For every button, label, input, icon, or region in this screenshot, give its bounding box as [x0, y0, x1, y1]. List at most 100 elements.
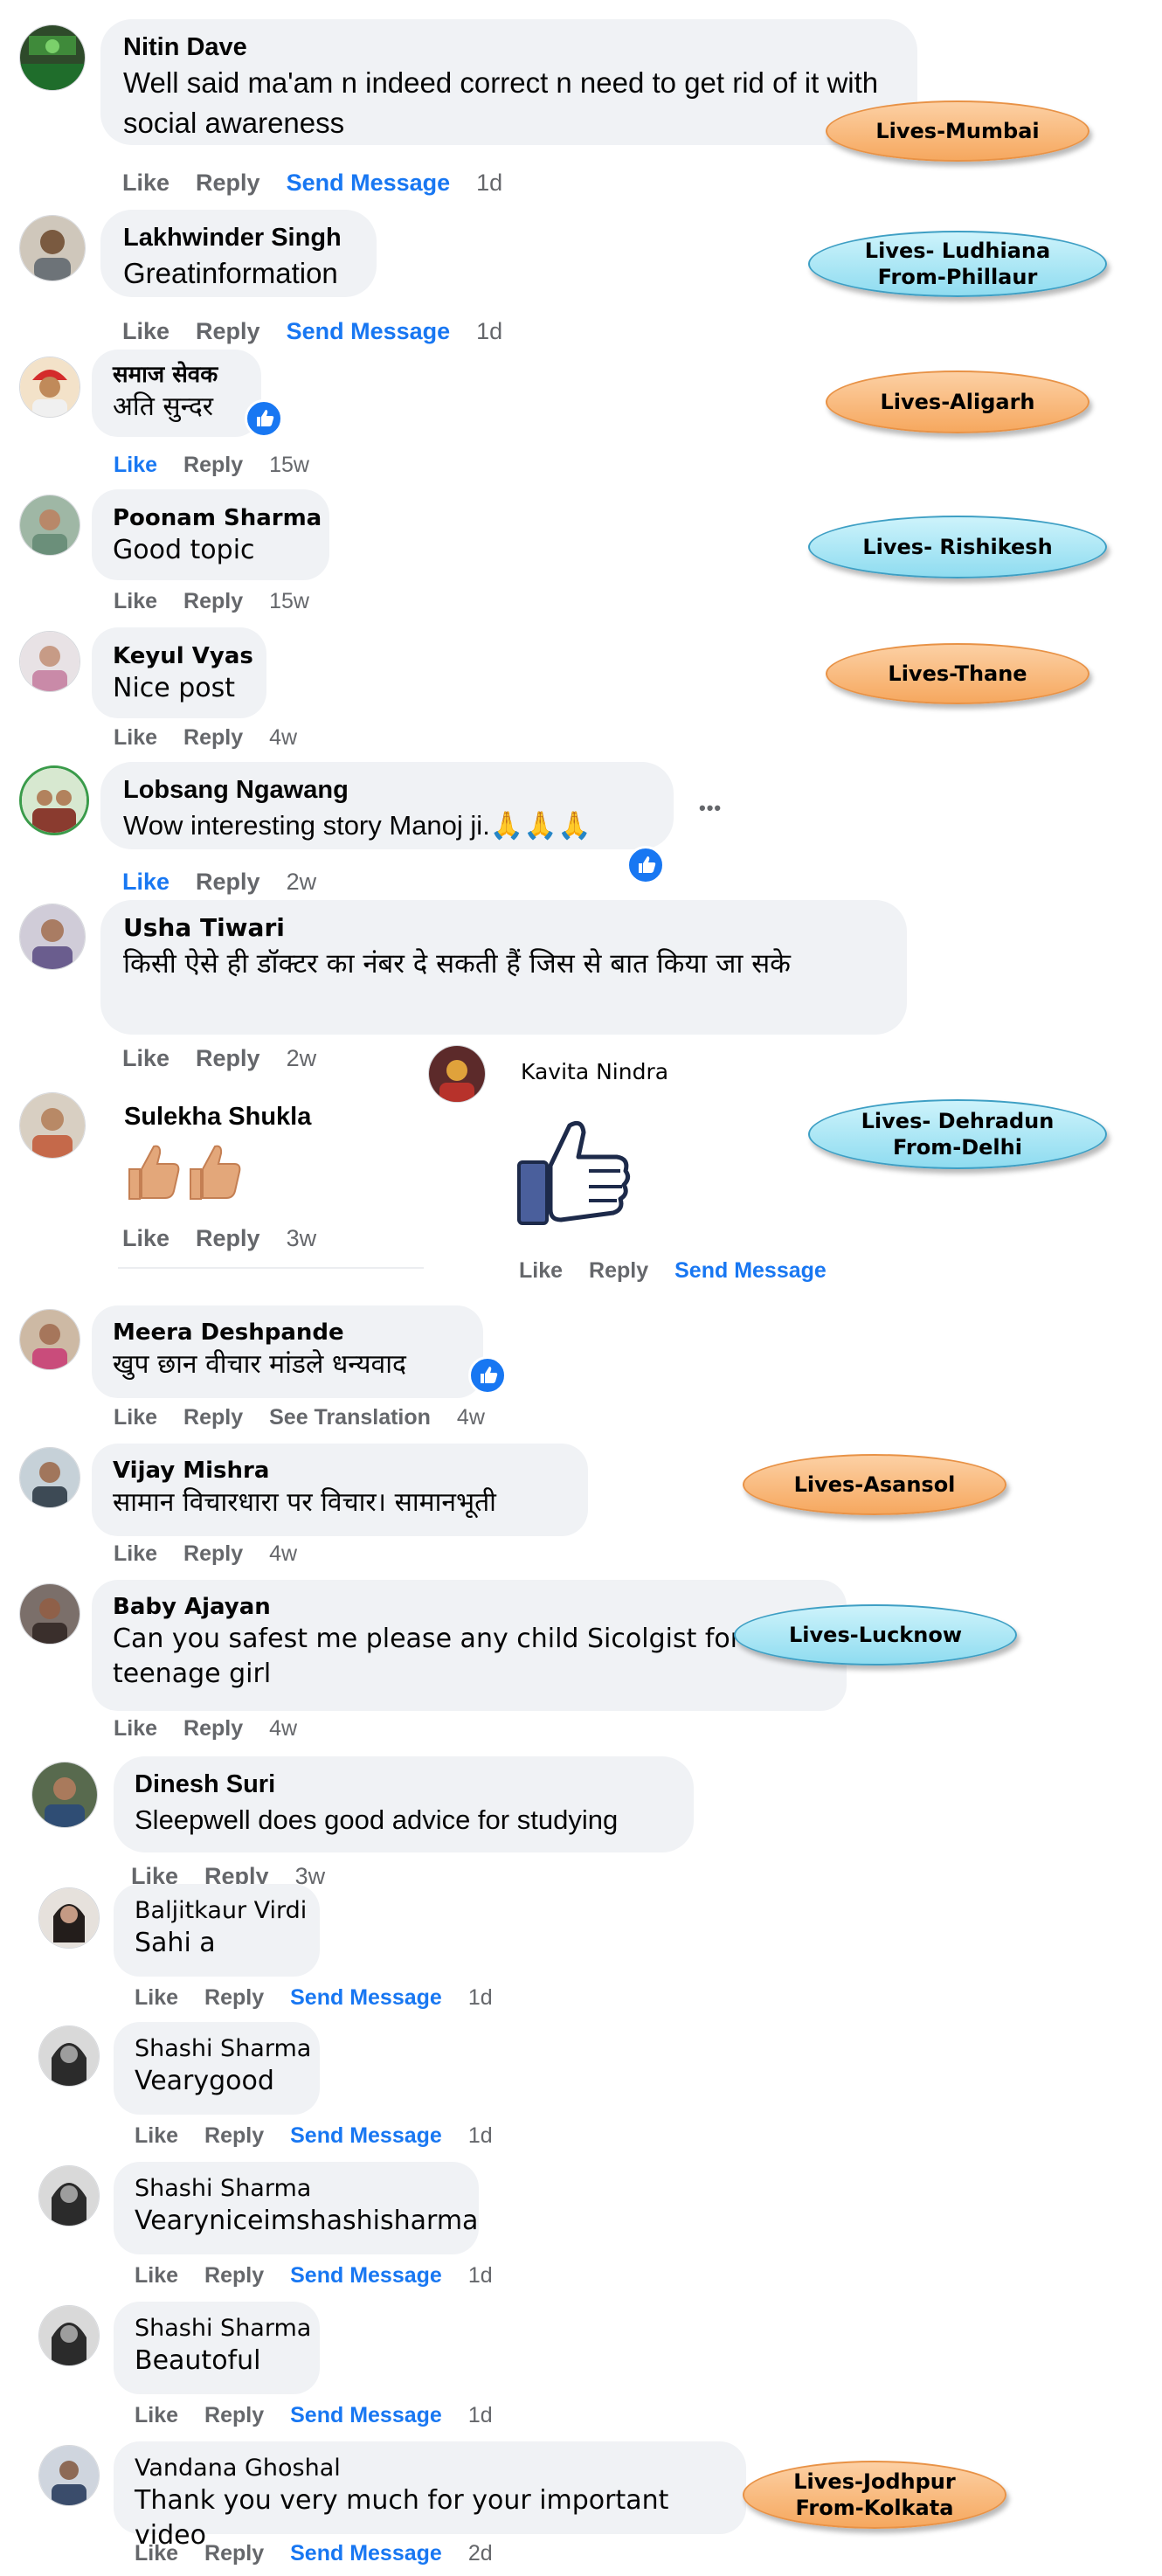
avatar[interactable]: [19, 357, 80, 418]
reply-button[interactable]: Reply: [183, 453, 243, 477]
commenter-name[interactable]: Poonam Sharma: [113, 503, 322, 533]
reply-button[interactable]: Reply: [196, 1225, 260, 1251]
like-button[interactable]: Like: [122, 318, 169, 344]
timestamp[interactable]: 1d: [468, 1985, 493, 2010]
avatar[interactable]: [38, 2025, 100, 2087]
timestamp[interactable]: 15w: [269, 589, 309, 613]
commenter-name[interactable]: Kavita Nindra: [521, 1059, 668, 1084]
like-button[interactable]: Like: [114, 1405, 157, 1430]
like-button[interactable]: Like: [114, 1716, 157, 1741]
like-button[interactable]: Like: [122, 1225, 169, 1251]
commenter-name[interactable]: Sulekha Shukla: [124, 1101, 311, 1132]
reply-button[interactable]: Reply: [196, 318, 260, 344]
avatar[interactable]: [19, 495, 80, 556]
commenter-name[interactable]: Meera Deshpande: [113, 1318, 462, 1347]
comment-actions: Like Reply 3w: [122, 1225, 342, 1252]
reply-button[interactable]: Reply: [196, 869, 260, 895]
reply-button[interactable]: Reply: [204, 2403, 264, 2427]
reply-button[interactable]: Reply: [196, 170, 260, 196]
reply-button[interactable]: Reply: [183, 589, 243, 613]
commenter-name[interactable]: Keyul Vyas: [113, 641, 253, 671]
reply-button[interactable]: Reply: [204, 2123, 264, 2148]
timestamp[interactable]: 1d: [468, 2123, 493, 2148]
send-message-button[interactable]: Send Message: [287, 318, 451, 344]
timestamp[interactable]: 4w: [269, 1541, 297, 1566]
reply-button[interactable]: Reply: [204, 1985, 264, 2010]
commenter-name[interactable]: Nitin Dave: [123, 31, 895, 63]
avatar[interactable]: [38, 2165, 100, 2226]
commenter-name[interactable]: Baby Ajayan: [113, 1592, 826, 1622]
reply-button[interactable]: Reply: [589, 1258, 648, 1283]
send-message-button[interactable]: Send Message: [290, 2123, 442, 2148]
commenter-name[interactable]: Usha Tiwari: [123, 912, 884, 944]
avatar[interactable]: [31, 1762, 98, 1828]
send-message-button[interactable]: Send Message: [290, 1985, 442, 2010]
like-button[interactable]: Like: [135, 1985, 178, 2010]
avatar[interactable]: [19, 1447, 80, 1508]
like-button[interactable]: Like: [122, 170, 169, 196]
reply-button[interactable]: Reply: [183, 725, 243, 750]
timestamp[interactable]: 4w: [457, 1405, 485, 1430]
commenter-name[interactable]: Lakhwinder Singh: [123, 222, 354, 253]
commenter-name[interactable]: Shashi Sharma: [135, 2174, 458, 2204]
avatar[interactable]: [38, 2445, 100, 2506]
send-message-button[interactable]: Send Message: [290, 2541, 442, 2566]
like-reaction-icon[interactable]: [626, 846, 665, 884]
reply-button[interactable]: Reply: [183, 1716, 243, 1741]
commenter-name[interactable]: Shashi Sharma: [135, 2314, 311, 2344]
commenter-name[interactable]: Baljitkaur Virdi: [135, 1896, 307, 1926]
reply-button[interactable]: Reply: [183, 1405, 243, 1430]
avatar[interactable]: [19, 24, 86, 91]
reply-button[interactable]: Reply: [204, 2541, 264, 2566]
timestamp[interactable]: 3w: [287, 1225, 317, 1251]
avatar[interactable]: [19, 904, 86, 970]
commenter-name[interactable]: Dinesh Suri: [135, 1769, 673, 1800]
send-message-button[interactable]: Send Message: [287, 170, 451, 196]
like-reaction-icon[interactable]: [245, 399, 283, 438]
commenter-name[interactable]: Vandana Ghoshal: [135, 2454, 725, 2483]
like-button[interactable]: Like: [519, 1258, 563, 1283]
send-message-button[interactable]: Send Message: [290, 2403, 442, 2427]
avatar[interactable]: [19, 1309, 80, 1370]
avatar[interactable]: [38, 2305, 100, 2366]
avatar[interactable]: [428, 1045, 486, 1103]
like-button[interactable]: Like: [114, 453, 157, 477]
like-button[interactable]: Like: [122, 1045, 169, 1071]
avatar[interactable]: [19, 1583, 80, 1645]
timestamp[interactable]: 2d: [468, 2541, 493, 2566]
like-button[interactable]: Like: [135, 2123, 178, 2148]
more-options-icon[interactable]: •••: [699, 797, 722, 820]
timestamp[interactable]: 1d: [476, 318, 502, 344]
commenter-name[interactable]: Lobsang Ngawang: [123, 774, 651, 806]
avatar[interactable]: [19, 215, 86, 281]
timestamp[interactable]: 4w: [269, 1716, 297, 1741]
like-button[interactable]: Like: [114, 1541, 157, 1566]
like-button[interactable]: Like: [114, 725, 157, 750]
like-reaction-icon[interactable]: [468, 1356, 507, 1395]
avatar[interactable]: [19, 631, 80, 692]
like-button[interactable]: Like: [135, 2263, 178, 2288]
like-button[interactable]: Like: [122, 869, 169, 895]
avatar[interactable]: [19, 1092, 86, 1159]
avatar[interactable]: [38, 1887, 100, 1949]
commenter-name[interactable]: Shashi Sharma: [135, 2034, 311, 2064]
reply-button[interactable]: Reply: [196, 1045, 260, 1071]
like-button[interactable]: Like: [114, 589, 157, 613]
timestamp[interactable]: 15w: [269, 453, 309, 477]
timestamp[interactable]: 4w: [269, 725, 297, 750]
avatar[interactable]: [19, 765, 89, 835]
see-translation-link[interactable]: See Translation: [269, 1405, 431, 1430]
reply-button[interactable]: Reply: [183, 1541, 243, 1566]
timestamp[interactable]: 2w: [287, 869, 317, 895]
timestamp[interactable]: 1d: [468, 2403, 493, 2427]
commenter-name[interactable]: समाज सेवक: [113, 360, 240, 390]
like-button[interactable]: Like: [135, 2403, 178, 2427]
like-button[interactable]: Like: [135, 2541, 178, 2566]
send-message-button[interactable]: Send Message: [290, 2263, 442, 2288]
timestamp[interactable]: 1d: [476, 170, 502, 196]
reply-button[interactable]: Reply: [204, 2263, 264, 2288]
commenter-name[interactable]: Vijay Mishra: [113, 1456, 567, 1485]
send-message-button[interactable]: Send Message: [674, 1258, 827, 1283]
timestamp[interactable]: 2w: [287, 1045, 317, 1071]
timestamp[interactable]: 1d: [468, 2263, 493, 2288]
